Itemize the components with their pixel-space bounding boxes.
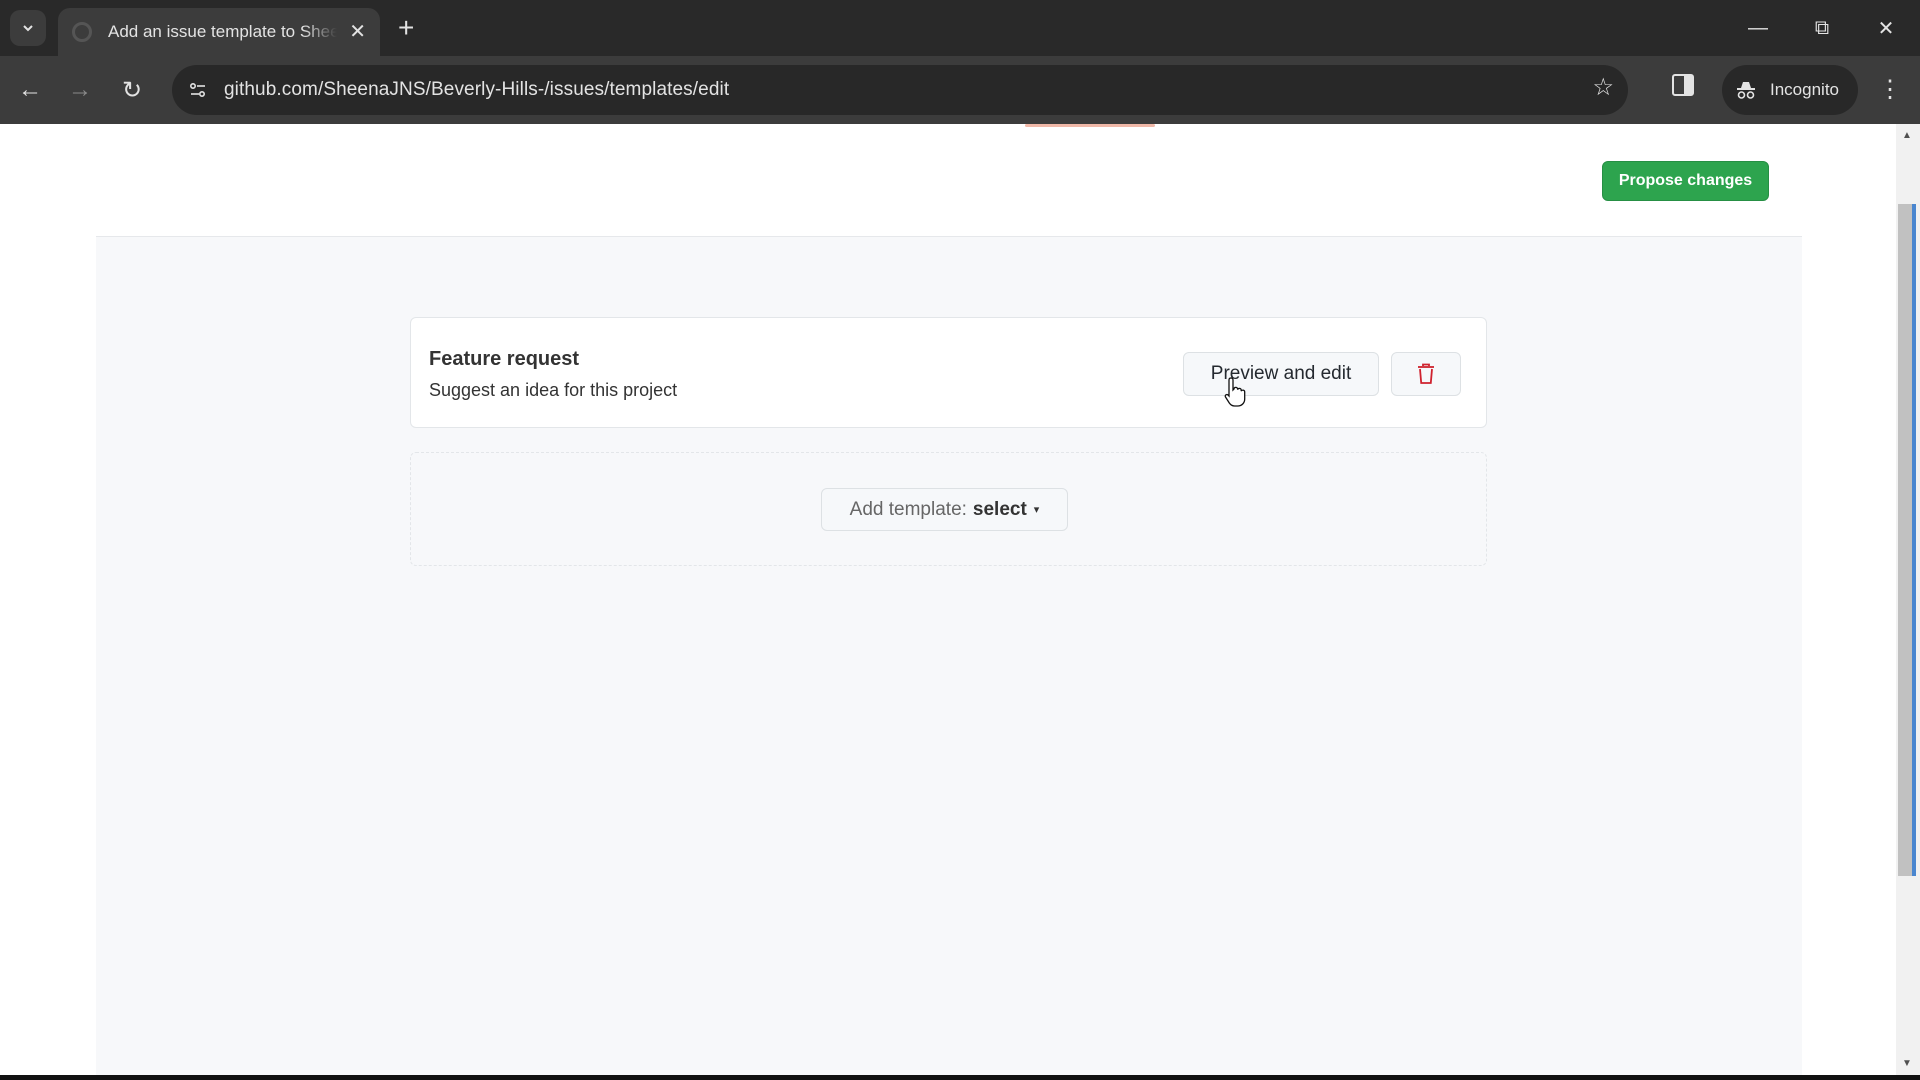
trash-icon <box>1418 363 1434 384</box>
incognito-label: Incognito <box>1770 80 1839 99</box>
incognito-indicator[interactable]: Incognito <box>1722 65 1858 115</box>
screen-bottom-edge <box>0 1075 1920 1080</box>
back-button[interactable]: ← <box>12 72 48 108</box>
add-template-select[interactable]: Add template: select ▾ <box>821 488 1068 531</box>
site-info-button[interactable] <box>180 72 216 108</box>
add-template-value: select <box>972 498 1027 520</box>
template-description: Suggest an idea for this project <box>429 380 678 400</box>
restore-button[interactable]: ⧉ <box>1802 10 1842 46</box>
browser-toolbar: ← → ↻ github.com/SheenaJNS/Beverly-Hills… <box>0 56 1920 124</box>
template-name: Feature request <box>429 348 580 370</box>
address-bar[interactable]: github.com/SheenaJNS/Beverly-Hills-/issu… <box>172 65 1628 115</box>
tab-title: Add an issue template to SheenaJNS/Bever… <box>108 22 338 41</box>
forward-button[interactable]: → <box>62 72 98 108</box>
reload-button[interactable]: ↻ <box>114 72 150 108</box>
active-tab-underline <box>1025 124 1155 127</box>
delete-template-button[interactable] <box>1391 352 1461 396</box>
add-template-area: Add template: select ▾ <box>410 452 1487 566</box>
url-text[interactable]: github.com/SheenaJNS/Beverly-Hills-/issu… <box>224 79 729 101</box>
close-window-button[interactable]: ✕ <box>1866 10 1906 46</box>
scrollbar-thumb[interactable] <box>1898 204 1916 876</box>
scroll-down-arrow-icon[interactable]: ▼ <box>1902 1058 1912 1069</box>
hand-pointer-cursor-icon <box>1224 377 1246 407</box>
github-icon <box>72 22 92 42</box>
page-scrollbar[interactable]: ▲ ▼ <box>1896 124 1920 1075</box>
page-content: Propose changes Feature request Suggest … <box>0 124 1896 1075</box>
browser-tab-active[interactable]: Add an issue template to SheenaJNS/Bever… <box>58 8 380 56</box>
tab-close-icon[interactable]: ✕ <box>349 22 366 42</box>
browser-menu-icon[interactable]: ⋮ <box>1878 72 1902 108</box>
template-editor-panel: Feature request Suggest an idea for this… <box>96 236 1802 1075</box>
tune-icon <box>189 82 206 98</box>
template-card: Feature request Suggest an idea for this… <box>410 317 1487 428</box>
preview-and-edit-button[interactable]: Preview and edit <box>1183 352 1379 396</box>
bookmark-star-icon[interactable]: ☆ <box>1592 73 1614 102</box>
new-tab-button[interactable]: + <box>398 12 414 44</box>
propose-changes-button[interactable]: Propose changes <box>1602 161 1769 201</box>
browser-tab-strip: Add an issue template to SheenaJNS/Bever… <box>0 0 1920 56</box>
add-template-label: Add template: <box>849 498 967 520</box>
caret-down-icon: ▾ <box>1033 504 1040 516</box>
minimize-button[interactable]: — <box>1738 10 1778 46</box>
tab-search-button[interactable] <box>10 10 46 46</box>
scroll-up-arrow-icon[interactable]: ▲ <box>1902 130 1912 141</box>
chevron-down-icon <box>23 25 33 32</box>
incognito-icon <box>1737 82 1755 99</box>
side-panel-icon[interactable] <box>1672 74 1694 96</box>
